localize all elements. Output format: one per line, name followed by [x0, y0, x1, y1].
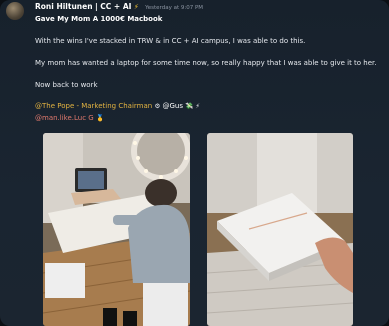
- message-paragraph-3: Now back to work: [35, 81, 98, 89]
- mentions-line: @The Pope - Marketing Chairman ⚙ @Gus 💸 …: [35, 101, 200, 111]
- message-card: Roni Hiltunen | CC + AI ⚡ Yesterday at 9…: [0, 0, 389, 326]
- gear-icon: ⚙: [154, 102, 161, 110]
- author-role-tag: | CC + AI: [94, 2, 132, 11]
- photo-mom-laptop: [43, 133, 190, 326]
- mention-the-pope[interactable]: @The Pope - Marketing Chairman: [35, 102, 152, 110]
- medal-icon: 🥇: [95, 114, 105, 122]
- attachment-image-right[interactable]: [207, 133, 353, 326]
- author-avatar[interactable]: [6, 2, 24, 20]
- bolt-icon: ⚡: [133, 3, 139, 11]
- message-title: Gave My Mom A 1000€ Macbook: [35, 15, 163, 23]
- message-header: Roni Hiltunen | CC + AI ⚡ Yesterday at 9…: [35, 2, 203, 13]
- attachment-image-left[interactable]: [43, 133, 190, 326]
- message-paragraph-2: My mom has wanted a laptop for some time…: [35, 59, 377, 67]
- money-bolt-icon: 💸 ⚡: [185, 102, 200, 110]
- photo-macbook-box: [207, 133, 353, 326]
- message-paragraph-1: With the wins I've stacked in TRW & in C…: [35, 37, 306, 45]
- message-timestamp: Yesterday at 9:07 PM: [145, 5, 204, 11]
- mention-gus[interactable]: @Gus: [163, 102, 184, 110]
- author-name[interactable]: Roni Hiltunen: [35, 2, 93, 11]
- mention-luc-g[interactable]: @man.like.Luc G: [35, 114, 94, 122]
- mentions-line-2: @man.like.Luc G 🥇: [35, 113, 104, 123]
